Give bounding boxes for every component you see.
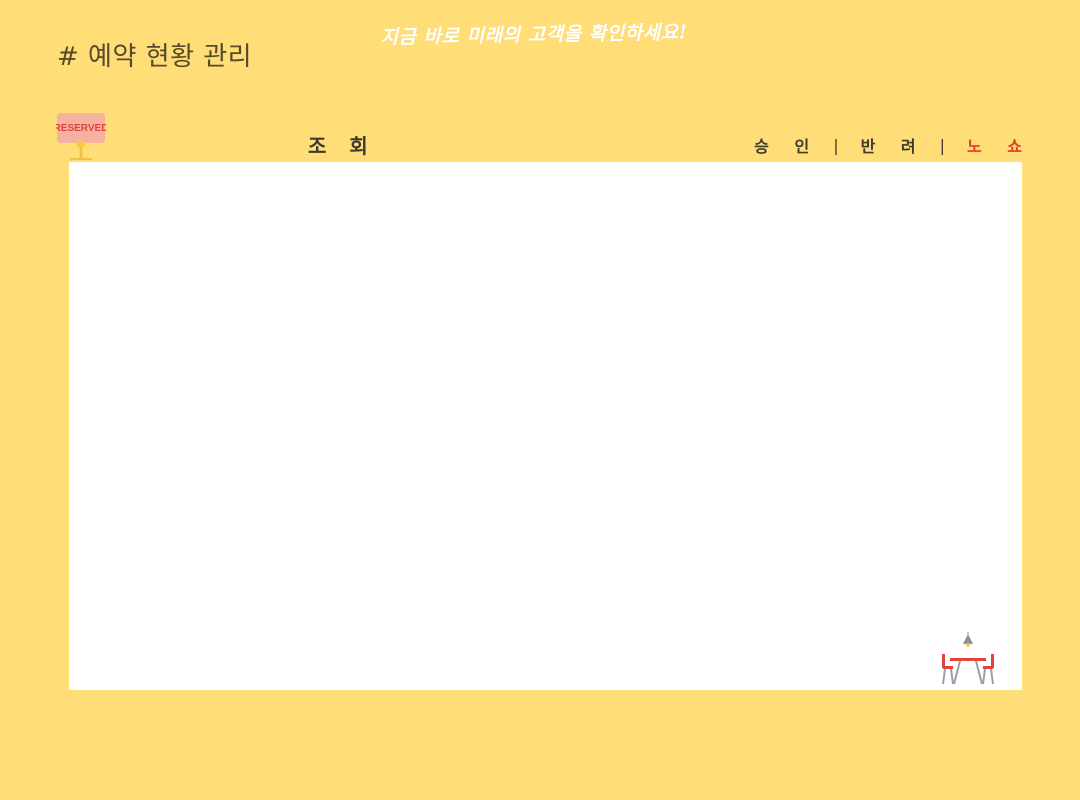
tab-separator: |	[939, 135, 945, 155]
status-tab-group: 승 인 | 반 려 | 노 쇼	[754, 133, 1022, 157]
reserved-sign-text: RESERVED	[56, 123, 106, 134]
reserved-sign-icon: RESERVED	[56, 113, 106, 160]
tab-noshow[interactable]: 노 쇼	[967, 133, 1032, 157]
reservation-list-panel	[69, 162, 1022, 690]
page-title: # 예약 현황 관리	[57, 42, 253, 72]
dining-table-icon	[942, 632, 994, 685]
tab-approve[interactable]: 승 인	[754, 133, 819, 157]
tab-lookup[interactable]: 조 회	[308, 130, 376, 159]
tab-separator: |	[833, 135, 839, 155]
tab-reject[interactable]: 반 려	[861, 133, 926, 157]
